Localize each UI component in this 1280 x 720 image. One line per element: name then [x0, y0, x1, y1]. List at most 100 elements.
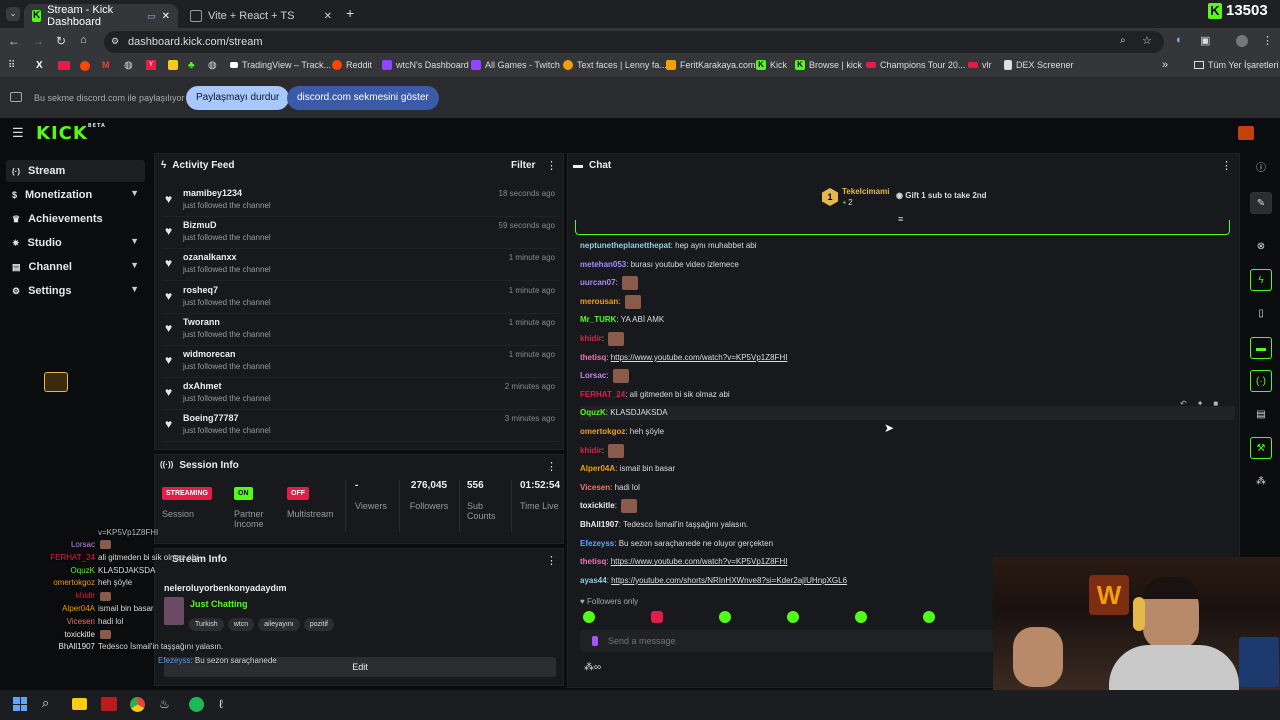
chat-link[interactable]: https://youtube.com/shorts/NRInHXWnve8?s…: [611, 576, 847, 585]
chat-message[interactable]: omertokgoz: heh şöyle: [580, 425, 664, 439]
spotify-icon[interactable]: [189, 697, 204, 712]
forward-icon[interactable]: →: [32, 34, 44, 48]
feed-item[interactable]: ♥ Tworann just followed the channel 1 mi…: [164, 314, 559, 346]
chat-username[interactable]: uurcan07: [580, 278, 616, 287]
chat-message[interactable]: FERHAT_24: ali gitmeden bi sik olmaz abi: [580, 388, 730, 402]
emote-icon[interactable]: [583, 611, 595, 623]
bookmark-ferit[interactable]: FeritKarakaya.com: [666, 60, 756, 70]
chat-message[interactable]: Lorsac:: [580, 369, 629, 384]
feed-item[interactable]: ♥ rosheq7 just followed the channel 1 mi…: [164, 282, 559, 314]
bookmarks-overflow-icon[interactable]: »: [1162, 59, 1168, 71]
chat-input-box[interactable]: [580, 630, 996, 652]
bookmark-star-icon[interactable]: ☆: [1142, 34, 1152, 47]
sidebar-item-stream[interactable]: (·) Stream: [6, 160, 145, 182]
reddit-mini-icon[interactable]: [80, 61, 90, 71]
home-icon[interactable]: ⌂: [80, 34, 87, 46]
zoom-icon[interactable]: ⌕: [1120, 35, 1126, 46]
multistream-off-badge[interactable]: OFF: [287, 487, 309, 500]
gmail-icon[interactable]: M: [102, 60, 110, 70]
chat-username[interactable]: neptunetheplanetthepat: [580, 241, 671, 250]
chat-message[interactable]: metehan053: burası youtube video izlemec…: [580, 258, 739, 272]
chat-message[interactable]: toxickitle:: [580, 499, 638, 514]
bolt-action-icon[interactable]: ϟ: [1250, 269, 1272, 291]
chat-username[interactable]: BhAll1907: [580, 520, 619, 529]
chat-rail-icon[interactable]: ▬: [1250, 337, 1272, 359]
chat-username[interactable]: ayas44: [580, 576, 607, 585]
sidebar-item-studio[interactable]: ✷ Studio ▼: [6, 232, 145, 254]
emote-icon[interactable]: [923, 611, 935, 623]
chat-message[interactable]: khidir:: [580, 443, 625, 458]
all-bookmarks[interactable]: Tüm Yer İşaretleri: [1194, 60, 1279, 70]
extensions-puzzle-icon[interactable]: ▣: [1200, 34, 1210, 47]
nodes-icon[interactable]: ⁂: [1250, 471, 1272, 493]
chat-message-input[interactable]: [608, 633, 978, 649]
search-icon[interactable]: ⌕: [42, 695, 49, 711]
reload-icon[interactable]: ↻: [56, 34, 66, 48]
layout-icon[interactable]: ▤: [1250, 404, 1272, 426]
y-icon[interactable]: Y: [146, 60, 156, 70]
new-tab-button[interactable]: +: [346, 5, 354, 21]
chrome-icon[interactable]: [130, 697, 145, 712]
feed-item[interactable]: ♥ dxAhmet just followed the channel 2 mi…: [164, 378, 559, 411]
tab-list-chevron-icon[interactable]: ⌄: [6, 7, 20, 21]
chat-message[interactable]: thetisq: https://www.youtube.com/watch?v…: [580, 555, 787, 569]
reply-icon[interactable]: ↶: [1180, 399, 1187, 408]
category-name[interactable]: Just Chatting: [190, 599, 248, 609]
feed-item[interactable]: ♥ Boeing77787 just followed the channel …: [164, 410, 559, 443]
chat-username[interactable]: metehan053: [580, 260, 626, 269]
info-icon[interactable]: ⓘ: [1250, 158, 1272, 180]
chat-username[interactable]: Mr_TURK: [580, 315, 616, 324]
top-gifter-name[interactable]: Tekelcimami: [842, 187, 889, 196]
chat-message[interactable]: uurcan07:: [580, 276, 639, 291]
leaf-icon[interactable]: ♣: [188, 60, 195, 71]
emote-icon[interactable]: [651, 611, 663, 623]
kebab-menu-icon[interactable]: ⋮: [546, 554, 557, 567]
app2-icon[interactable]: ℓ: [219, 697, 223, 711]
chat-username[interactable]: merousan: [580, 297, 618, 306]
chat-message[interactable]: Mr_TURK: YA ABİ AMK: [580, 313, 664, 327]
emote-icon[interactable]: [787, 611, 799, 623]
apps-grid-icon[interactable]: ⠿: [8, 60, 15, 71]
bookmark-kick[interactable]: K Kick: [756, 60, 787, 70]
profile-avatar[interactable]: [1236, 35, 1248, 47]
bookmark-reddit[interactable]: Reddit: [332, 60, 372, 70]
tab-close-icon[interactable]: ✕: [324, 11, 332, 22]
feed-item[interactable]: ♥ mamibey1234 just followed the channel …: [164, 185, 559, 217]
chat-username[interactable]: OquzK: [580, 408, 606, 417]
tab-close-icon[interactable]: ✕: [162, 11, 170, 22]
chat-username[interactable]: khidir: [580, 334, 602, 343]
sidebar-item-achievements[interactable]: ♛ Achievements: [6, 208, 145, 230]
chat-username[interactable]: khidir: [580, 446, 602, 455]
app-icon[interactable]: [101, 697, 117, 711]
bookmark-champions[interactable]: Champions Tour 20...: [866, 60, 965, 70]
bookmark-tradingview[interactable]: TradingView – Track...: [230, 60, 331, 70]
show-discord-tab-button[interactable]: discord.com sekmesini göster: [287, 86, 439, 110]
chat-username[interactable]: toxickitle: [580, 502, 615, 511]
gift-prompt[interactable]: ◉ Gift 1 sub to take 2nd: [896, 191, 987, 200]
globe-icon[interactable]: ◍: [124, 60, 133, 71]
chat-username[interactable]: thetisq: [580, 557, 606, 566]
chat-username[interactable]: thetisq: [580, 353, 606, 362]
chat-message[interactable]: Alper04A: ismail bin basar: [580, 462, 675, 476]
feed-item[interactable]: ♥ widmorecan just followed the channel 1…: [164, 346, 559, 378]
chat-username[interactable]: omertokgoz: [580, 427, 625, 436]
hamburger-menu-icon[interactable]: ☰: [12, 125, 24, 141]
chat-link[interactable]: https://www.youtube.com/watch?v=KP5Vp1Z8…: [611, 557, 788, 566]
back-icon[interactable]: ←: [8, 34, 20, 48]
start-windows-icon[interactable]: [13, 697, 27, 711]
chat-username[interactable]: Lorsac: [580, 371, 606, 380]
chat-message[interactable]: Efezeyss: Bu sezon saraçhanede ne oluyor…: [580, 537, 773, 551]
partner-on-badge[interactable]: ON: [234, 487, 253, 500]
sidebar-item-settings[interactable]: ⚙ Settings ▼: [6, 280, 145, 302]
site-info-icon[interactable]: ⚙: [111, 36, 119, 47]
chat-message[interactable]: merousan:: [580, 294, 641, 309]
pin-icon[interactable]: ✦: [1197, 399, 1204, 408]
chat-message[interactable]: Vicesen: hadi lol: [580, 481, 640, 495]
clipboard-icon[interactable]: ▯: [1250, 303, 1272, 325]
chat-username[interactable]: Alper04A: [580, 464, 615, 473]
x-icon[interactable]: X: [36, 60, 43, 71]
chat-username[interactable]: Efezeyss: [580, 539, 614, 548]
chat-message[interactable]: neptunetheplanetthepat: hep aynı muhabbe…: [580, 239, 757, 253]
target-icon[interactable]: ⊗: [1250, 236, 1272, 258]
bookmark-wtcn[interactable]: wtcN's Dashboard: [382, 60, 469, 70]
